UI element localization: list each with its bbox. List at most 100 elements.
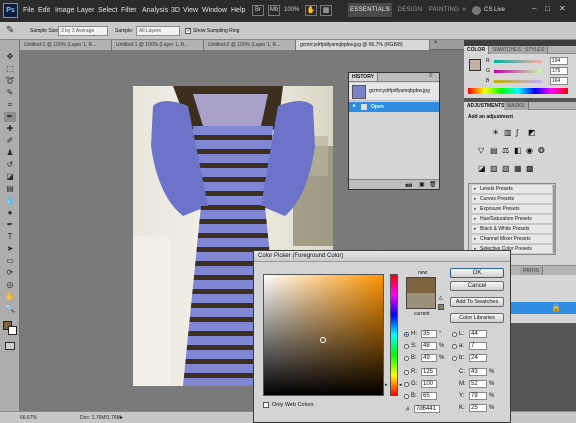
current-color-swatch[interactable] xyxy=(406,293,436,309)
preset-curves[interactable]: Curves Presets xyxy=(472,195,552,204)
panel-menu-icon[interactable]: ≡ xyxy=(429,73,433,79)
menu-image[interactable]: Image xyxy=(55,7,74,14)
crop-tool-icon[interactable]: ⌗ xyxy=(4,100,16,110)
b-field[interactable]: 164 xyxy=(550,77,568,85)
workspace-design[interactable]: DESIGN xyxy=(394,3,426,17)
minibridge-icon[interactable]: Mb xyxy=(268,5,280,16)
paths-tab[interactable]: PATHS xyxy=(520,267,543,275)
r-slider[interactable] xyxy=(494,60,542,63)
sample-select[interactable]: All Layers xyxy=(136,26,180,36)
posterize-icon[interactable]: ▨ xyxy=(490,164,498,173)
invert-icon[interactable]: ◪ xyxy=(478,164,486,173)
photo-filter-icon[interactable]: ◉ xyxy=(526,146,533,155)
color-field-cursor[interactable] xyxy=(320,337,326,343)
bw-icon[interactable]: ◧ xyxy=(514,146,522,155)
y-field[interactable]: 79 xyxy=(469,392,487,400)
r-radio[interactable] xyxy=(404,370,409,375)
color-ramp[interactable] xyxy=(468,88,568,94)
dodge-tool-icon[interactable]: ● xyxy=(4,208,16,218)
web-safe-cube-icon[interactable] xyxy=(438,304,444,310)
minimize-icon[interactable]: – xyxy=(532,4,536,13)
a-field[interactable]: 7 xyxy=(469,342,487,350)
hand-tool-icon[interactable]: ✋ xyxy=(4,292,16,302)
preset-black-white[interactable]: Black & White Presets xyxy=(472,225,552,234)
r-field[interactable]: 194 xyxy=(550,57,568,65)
stamp-tool-icon[interactable]: ♟ xyxy=(4,148,16,158)
menu-analysis[interactable]: Analysis xyxy=(142,7,168,14)
pen-tool-icon[interactable]: ✒ xyxy=(4,220,16,230)
cs-live-icon[interactable] xyxy=(472,6,481,15)
type-tool-icon[interactable]: T xyxy=(4,232,16,242)
curves-icon[interactable]: ∫ xyxy=(516,128,518,137)
3d-rotate-icon[interactable]: ⟳ xyxy=(4,268,16,278)
ok-button[interactable]: OK xyxy=(450,268,504,278)
a-radio[interactable] xyxy=(452,344,457,349)
workspace-essentials[interactable]: ESSENTIALS xyxy=(348,3,392,17)
masks-tab[interactable]: MASKS xyxy=(504,102,529,110)
l-field[interactable]: 44 xyxy=(469,330,487,338)
m-field[interactable]: 52 xyxy=(469,380,487,388)
path-select-icon[interactable]: ➤ xyxy=(4,244,16,254)
hue-sat-icon[interactable]: ▤ xyxy=(490,146,498,155)
styles-tab[interactable]: STYLES xyxy=(522,46,549,54)
g-slider[interactable] xyxy=(494,70,542,73)
channel-mixer-icon[interactable]: ❂ xyxy=(538,146,545,155)
workspace-painting[interactable]: PAINTING xyxy=(428,3,460,17)
s-radio[interactable] xyxy=(404,344,409,349)
r-field-picker[interactable]: 125 xyxy=(421,368,437,376)
tab-active-document[interactable]: gcmrcydrfpdfyamqbpbw.jpg @ 66.7% (RGB/8) xyxy=(296,40,430,50)
only-web-colors-checkbox[interactable] xyxy=(263,402,269,408)
color-libraries-button[interactable]: Color Libraries xyxy=(450,313,504,323)
dialog-titlebar[interactable]: Color Picker (Foreground Color) xyxy=(254,251,510,262)
quick-mask-icon[interactable] xyxy=(5,342,15,350)
levels-icon[interactable]: ▥ xyxy=(504,128,512,137)
menu-help[interactable]: Help xyxy=(231,7,245,14)
gradient-map-icon[interactable]: ▦ xyxy=(514,164,522,173)
status-doc-size[interactable]: Doc: 1.76M/1.76M xyxy=(80,415,121,421)
background-color-swatch[interactable] xyxy=(8,326,17,335)
menu-file[interactable]: File xyxy=(23,7,34,14)
new-document-icon[interactable]: ▣ xyxy=(419,181,425,188)
brush-tool-icon[interactable]: ✐ xyxy=(4,136,16,146)
hue-slider[interactable] xyxy=(390,274,398,396)
exposure-icon[interactable]: ◩ xyxy=(528,128,536,137)
healing-tool-icon[interactable]: ✚ xyxy=(4,124,16,134)
gradient-tool-icon[interactable]: ▤ xyxy=(4,184,16,194)
bridge-icon[interactable]: Br xyxy=(252,5,264,16)
eyedropper-icon[interactable]: ✒ xyxy=(4,112,16,122)
hue-slider-right-arrow-icon[interactable]: ◂ xyxy=(399,382,402,388)
marquee-tool-icon[interactable]: ⬚ xyxy=(4,64,16,74)
cs-live-label[interactable]: CS Live xyxy=(484,7,505,13)
g-radio[interactable] xyxy=(404,382,409,387)
tab-close-icon[interactable]: × xyxy=(434,40,438,46)
color-balance-icon[interactable]: ⚖ xyxy=(502,146,509,155)
h-field[interactable]: 35 xyxy=(421,330,437,338)
hue-slider-left-arrow-icon[interactable]: ▸ xyxy=(385,382,388,388)
history-step-open[interactable]: ▸ Open xyxy=(349,102,439,112)
hex-field[interactable]: 7d6441 xyxy=(414,405,440,413)
show-ring-checkbox[interactable]: ✓ xyxy=(185,28,191,34)
menu-window[interactable]: Window xyxy=(202,7,227,14)
3d-orbit-icon[interactable]: ◎ xyxy=(4,280,16,290)
b-field[interactable]: 49 xyxy=(421,354,437,362)
tab-untitled-1b[interactable]: Untitled-1 @ 100% (Layer 1, R... xyxy=(112,40,204,50)
saturation-brightness-field[interactable] xyxy=(263,274,384,396)
bv-field-picker[interactable]: 65 xyxy=(421,392,437,400)
sample-size-select[interactable]: 3 by 3 Average xyxy=(58,26,108,36)
g-field-picker[interactable]: 100 xyxy=(421,380,437,388)
status-zoom[interactable]: 66.67% xyxy=(20,415,37,421)
lasso-tool-icon[interactable]: ➰ xyxy=(4,76,16,86)
hand-icon[interactable]: ✋ xyxy=(305,5,317,16)
selective-color-icon[interactable]: ▩ xyxy=(526,164,534,173)
status-arrow-icon[interactable]: ▸ xyxy=(120,414,123,421)
color-panel-swatch[interactable] xyxy=(469,59,481,71)
l-radio[interactable] xyxy=(452,332,457,337)
arrange-icon[interactable]: ▦ xyxy=(320,5,332,16)
b-radio[interactable] xyxy=(404,356,409,361)
preset-hue-saturation[interactable]: Hue/Saturation Presets xyxy=(472,215,552,224)
h-radio[interactable] xyxy=(404,332,409,337)
new-snapshot-icon[interactable]: 📷 xyxy=(405,181,412,188)
trash-icon[interactable]: 🗑 xyxy=(429,181,437,188)
preset-levels[interactable]: Levels Presets xyxy=(472,185,552,194)
gamut-warning-icon[interactable]: ⚠ xyxy=(438,295,443,302)
